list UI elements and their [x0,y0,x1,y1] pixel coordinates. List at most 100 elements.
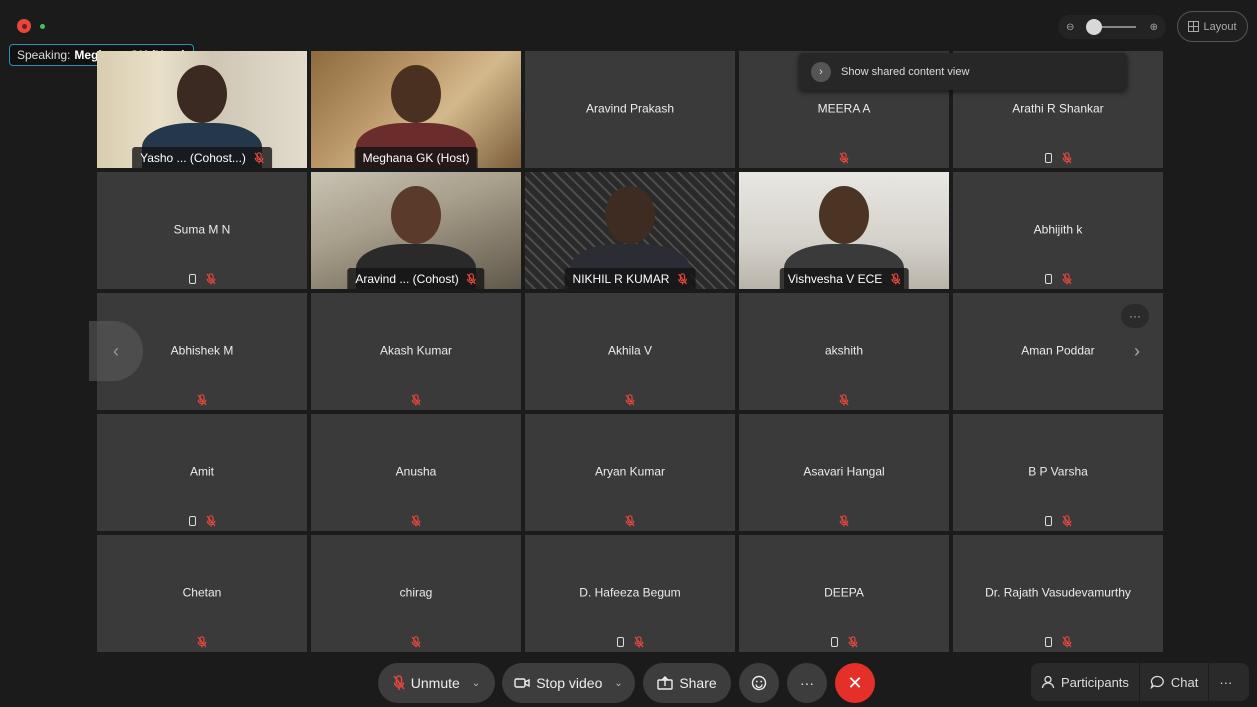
participant-name: Abhijith k [1033,222,1083,237]
participants-label: Participants [1061,674,1129,690]
mic-muted-icon [839,515,849,527]
panels-bar: Participants Chat ··· [1031,663,1249,701]
participant-tile[interactable]: Anusha [311,414,521,531]
layout-button[interactable]: Layout [1177,11,1248,42]
participant-tile[interactable]: Akhila V [525,293,735,410]
more-icon: ··· [800,675,814,691]
participant-tile[interactable]: akshith [739,293,949,410]
participant-name: Aravind ... (Cohost) [355,271,459,286]
reactions-button[interactable] [739,663,779,703]
participant-status [311,515,521,527]
participant-name: Dr. Rajath Vasudevamurthy [985,585,1131,600]
layout-label: Layout [1203,20,1237,33]
overflow-menu-button[interactable]: ··· [1209,663,1242,701]
stop-video-label: Stop video [536,675,603,691]
zoom-in-icon[interactable]: ⊕ [1150,22,1158,33]
participant-name: Suma M N [173,222,231,237]
more-icon: ··· [1219,674,1233,690]
more-options-button[interactable]: ··· [787,663,827,703]
participant-tile[interactable]: NIKHIL R KUMAR [525,172,735,289]
mic-muted-icon [625,394,635,406]
phone-icon [616,637,624,647]
phone-icon [1044,153,1052,163]
phone-icon [188,274,196,284]
zoom-out-icon[interactable]: ⊖ [1066,22,1074,33]
participant-name: Aravind Prakash [585,101,675,116]
share-button[interactable]: Share [643,663,731,703]
connection-status-icon [40,24,45,29]
participant-tile[interactable]: chirag [311,535,521,652]
participant-grid: Yasho ... (Cohost...) Meghana GK (Host) Ar… [97,51,1163,653]
participant-tile[interactable]: Yasho ... (Cohost...) [97,51,307,168]
participant-tile[interactable]: Vishvesha V ECE [739,172,949,289]
chevron-down-icon[interactable]: ⌄ [614,678,622,689]
mic-muted-icon [625,515,635,527]
participants-button[interactable]: Participants [1031,663,1139,701]
participant-name: Vishvesha V ECE [787,271,883,286]
participant-status [311,636,521,648]
mic-muted-icon [393,675,405,690]
next-page-button[interactable]: › [1134,341,1140,362]
chevron-right-icon: › [811,61,831,82]
chat-button[interactable]: Chat [1140,663,1208,701]
participant-name: Akash Kumar [379,343,453,358]
participant-tile[interactable]: Akash Kumar [311,293,521,410]
participant-name: Arathi R Shankar [1012,101,1104,116]
participant-tile[interactable]: Dr. Rajath Vasudevamurthy [953,535,1163,652]
participant-head [177,65,227,123]
participant-name-tag: Vishvesha V ECE [779,268,909,289]
unmute-label: Unmute [410,675,460,691]
participant-tile[interactable]: Meghana GK (Host) [311,51,521,168]
mic-muted-icon [1062,152,1072,164]
participant-name: akshith [824,343,864,358]
participant-tile[interactable]: Aravind ... (Cohost) [311,172,521,289]
mic-muted-icon [206,515,216,527]
participant-tile[interactable]: DEEPA [739,535,949,652]
chevron-down-icon[interactable]: ⌄ [472,678,480,689]
participant-status [953,152,1163,164]
mic-muted-icon [197,394,207,406]
tile-more-options-button[interactable]: ··· [1121,304,1149,328]
person-icon [1041,675,1055,689]
mic-muted-icon [677,272,687,285]
mic-muted-icon [411,515,421,527]
participant-name: Amit [190,464,214,479]
unmute-button[interactable]: Unmute ⌄ [378,663,495,703]
show-shared-content-label: Show shared content view [841,65,970,78]
participant-tile[interactable]: Abhijith k [953,172,1163,289]
emoji-icon [751,675,767,691]
mic-muted-icon [206,273,216,285]
participant-status [525,636,735,648]
participant-name-tag: Aravind ... (Cohost) [347,268,485,289]
participant-status [97,636,307,648]
leave-meeting-button[interactable]: ✕ [835,663,875,703]
participant-status [97,515,307,527]
zoom-slider-thumb[interactable] [1086,19,1102,35]
participant-tile[interactable]: Chetan [97,535,307,652]
participant-tile[interactable]: D. Hafeeza Begum [525,535,735,652]
stop-video-button[interactable]: Stop video ⌄ [502,663,635,703]
mic-muted-icon [1062,515,1072,527]
share-label: Share [679,675,717,691]
participant-name: Meghana GK (Host) [362,150,470,165]
participant-status [97,273,307,285]
participant-tile[interactable]: Aravind Prakash [525,51,735,168]
participant-name: B P Varsha [1028,464,1088,479]
participant-name-tag: Yasho ... (Cohost...) [132,147,272,168]
participant-tile[interactable]: Suma M N [97,172,307,289]
participant-tile[interactable]: Aryan Kumar [525,414,735,531]
speaking-label: Speaking: [17,48,71,62]
zoom-control[interactable]: ⊖ ⊕ [1058,15,1166,39]
mic-muted-icon [1062,273,1072,285]
mic-muted-icon [467,272,477,285]
participant-tile[interactable]: Asavari Hangal [739,414,949,531]
participant-tile[interactable]: Amit [97,414,307,531]
participant-head [819,186,869,244]
participant-name-tag: Meghana GK (Host) [354,147,478,168]
show-shared-content-popover[interactable]: › Show shared content view [799,53,1127,90]
grid-icon [1188,21,1200,32]
mic-muted-icon [1062,636,1072,648]
participant-status [739,152,949,164]
zoom-slider[interactable] [1086,19,1136,35]
participant-tile[interactable]: B P Varsha [953,414,1163,531]
